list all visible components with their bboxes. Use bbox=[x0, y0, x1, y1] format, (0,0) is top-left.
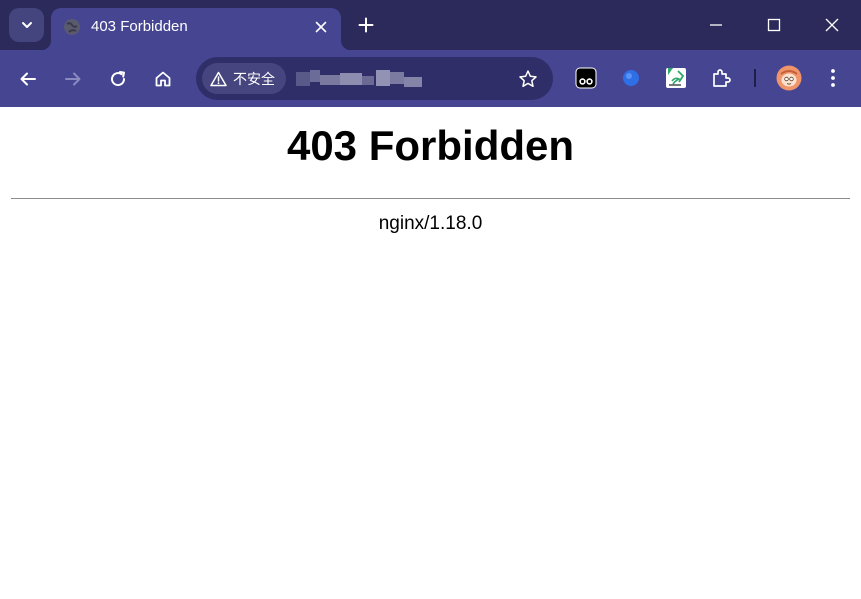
close-icon bbox=[825, 18, 839, 32]
tab-title: 403 Forbidden bbox=[91, 18, 188, 35]
extension-notes[interactable] bbox=[660, 62, 692, 94]
browser-toolbar: 不安全 bbox=[0, 50, 861, 107]
blue-circle-icon bbox=[621, 68, 641, 88]
warning-triangle-icon bbox=[210, 71, 227, 87]
close-window-button[interactable] bbox=[803, 0, 861, 50]
profile-button[interactable] bbox=[773, 62, 805, 94]
chevron-down-icon bbox=[20, 18, 34, 32]
notes-icon bbox=[665, 67, 687, 89]
arrow-right-icon bbox=[64, 70, 82, 88]
tab-search-button[interactable] bbox=[9, 8, 44, 42]
globe-icon bbox=[63, 18, 81, 36]
minimize-button[interactable] bbox=[687, 0, 745, 50]
toolbar-divider bbox=[754, 69, 756, 87]
tab-active[interactable]: 403 Forbidden bbox=[41, 8, 351, 50]
maximize-icon bbox=[767, 18, 781, 32]
maximize-button[interactable] bbox=[745, 0, 803, 50]
home-button[interactable] bbox=[146, 62, 180, 96]
security-label: 不安全 bbox=[233, 71, 275, 88]
kebab-menu-icon bbox=[830, 68, 836, 88]
avatar bbox=[776, 65, 802, 91]
page-content: 403 Forbidden nginx/1.18.0 bbox=[0, 107, 861, 599]
forward-button[interactable] bbox=[56, 62, 90, 96]
bookmark-button[interactable] bbox=[517, 68, 539, 90]
extension-blue-dot[interactable] bbox=[615, 62, 647, 94]
close-tab-icon[interactable] bbox=[310, 16, 332, 38]
reload-icon bbox=[109, 70, 127, 88]
security-chip[interactable]: 不安全 bbox=[202, 63, 286, 94]
plus-icon bbox=[358, 17, 374, 33]
page-title: 403 Forbidden bbox=[286, 122, 575, 169]
server-signature: nginx/1.18.0 bbox=[378, 213, 483, 234]
tampermonkey-icon bbox=[575, 67, 597, 89]
arrow-left-icon bbox=[19, 70, 37, 88]
url-text[interactable] bbox=[296, 70, 426, 88]
home-icon bbox=[154, 70, 172, 88]
browser-menu-button[interactable] bbox=[817, 62, 849, 94]
minimize-icon bbox=[709, 18, 723, 32]
reload-button[interactable] bbox=[101, 62, 135, 96]
back-button[interactable] bbox=[11, 62, 45, 96]
extensions-button[interactable] bbox=[705, 62, 737, 94]
window-titlebar: 403 Forbidden bbox=[0, 0, 861, 50]
extension-tampermonkey[interactable] bbox=[570, 62, 602, 94]
address-bar[interactable]: 不安全 bbox=[196, 57, 553, 100]
horizontal-rule bbox=[11, 198, 850, 199]
star-icon bbox=[518, 69, 538, 89]
puzzle-icon bbox=[711, 68, 731, 88]
new-tab-button[interactable] bbox=[352, 11, 380, 39]
